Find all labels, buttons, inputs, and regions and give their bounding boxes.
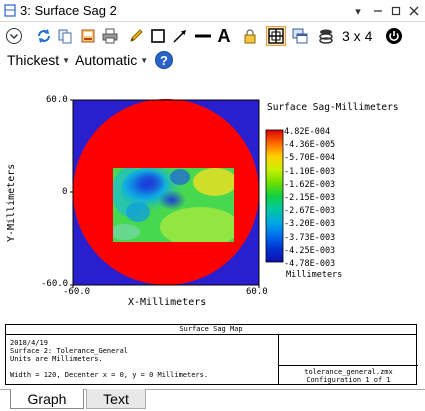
- x-axis-label: X-Millimeters: [128, 297, 207, 308]
- print-icon[interactable]: [100, 26, 120, 46]
- info-width: Width = 120, Decenter x = 0, y = 0 Milli…: [10, 371, 209, 379]
- tab-text[interactable]: Text: [86, 389, 146, 409]
- colorbar-title: Surface Sag-Millimeters: [267, 102, 399, 113]
- colorbar-tick-label: -3.73E-003: [284, 232, 336, 243]
- y-tick-mid: 0: [62, 187, 68, 197]
- info-details: 2018/4/19 Surface 2: Tolerance_General U…: [10, 339, 208, 379]
- window-layout-icon[interactable]: [290, 26, 310, 46]
- colorbar: [265, 129, 284, 263]
- chevron-down-icon: ▼: [62, 55, 71, 65]
- line-width-dropdown[interactable]: Thickest ▼: [7, 52, 70, 68]
- colorbar-tick-label: 4.82E-004: [284, 127, 331, 137]
- colorbar-tick-label: -4.36E-005: [284, 140, 336, 151]
- lock-icon[interactable]: [240, 26, 260, 46]
- colorbar-tick-label: -2.15E-003: [284, 193, 336, 203]
- file-name: tolerance_general.zmx: [304, 368, 393, 376]
- info-date: 2018/4/19: [10, 339, 48, 347]
- window-title: 3: Surface Sag 2: [20, 3, 117, 18]
- colorbar-tick-label: -2.67E-003: [284, 206, 336, 217]
- settings-dropdown-button[interactable]: [4, 26, 24, 46]
- info-file: tolerance_general.zmx Configuration 1 of…: [279, 365, 418, 384]
- info-box: Surface Sag Map 2018/4/19 Surface 2: Tol…: [5, 324, 418, 385]
- x-tick-left: -60.0: [63, 287, 91, 297]
- minimize-icon[interactable]: [370, 3, 386, 19]
- tab-graph[interactable]: Graph: [10, 389, 84, 409]
- grid-toggle-icon[interactable]: [266, 26, 286, 46]
- info-units: Units are Millimeters.: [10, 355, 103, 363]
- options-toolbar: Thickest ▼ Automatic ▼ ?: [0, 49, 425, 71]
- pencil-icon[interactable]: [126, 26, 146, 46]
- rectangle-icon[interactable]: [148, 26, 168, 46]
- export-icon[interactable]: [78, 26, 98, 46]
- colorbar-tick-label: -4.78E-003: [284, 259, 336, 269]
- sag-data-region: [113, 168, 234, 242]
- text-tool-icon[interactable]: A: [214, 26, 234, 46]
- colorbar-tick-label: -1.10E-003: [284, 166, 336, 177]
- chevron-down-icon: ▼: [140, 55, 149, 65]
- colorbar-tick-label: -1.62E-003: [284, 179, 336, 190]
- close-icon[interactable]: [406, 3, 422, 19]
- power-icon[interactable]: [384, 26, 404, 46]
- restore-icon[interactable]: [388, 3, 404, 19]
- colorbar-tick-label: -5.70E-004: [284, 153, 336, 164]
- colorbar-unit: Millimeters: [286, 270, 343, 280]
- layers-icon[interactable]: [316, 26, 336, 46]
- info-header: Surface Sag Map: [6, 325, 416, 335]
- pin-dropdown-icon[interactable]: ▾: [350, 3, 366, 19]
- scale-value: Automatic: [75, 52, 138, 68]
- configuration: Configuration 1 of 1: [306, 376, 391, 384]
- line-icon[interactable]: [193, 26, 213, 46]
- line-width-value: Thickest: [7, 52, 60, 68]
- arrow-line-icon[interactable]: [170, 26, 190, 46]
- colorbar-tick-label: -4.25E-003: [284, 245, 336, 256]
- info-file-panel: tolerance_general.zmx Configuration 1 of…: [278, 335, 418, 384]
- title-bar: 3: Surface Sag 2 ▾: [0, 0, 425, 22]
- grid-layout-selector[interactable]: 3 x 4: [342, 28, 372, 44]
- scale-dropdown[interactable]: Automatic ▼: [75, 52, 148, 68]
- help-icon[interactable]: ?: [155, 51, 173, 69]
- tab-bar: Graph Text: [0, 389, 425, 411]
- window-icon: [4, 4, 16, 17]
- surface-sag-plot: Surface Sag-Millimeters 4.82E-004 -4.36E-…: [0, 72, 425, 324]
- info-surface: Surface 2: Tolerance_General: [10, 347, 129, 355]
- colorbar-tick-label: -3.20E-003: [284, 219, 336, 230]
- y-axis-label: Y-Millimeters: [6, 163, 17, 242]
- y-tick-top: 60.0: [46, 95, 68, 105]
- copy-icon[interactable]: [55, 26, 75, 46]
- graphics-toolbar: A 3 x 4: [0, 23, 425, 49]
- refresh-icon[interactable]: [34, 26, 54, 46]
- x-tick-right: 60.0: [246, 287, 268, 297]
